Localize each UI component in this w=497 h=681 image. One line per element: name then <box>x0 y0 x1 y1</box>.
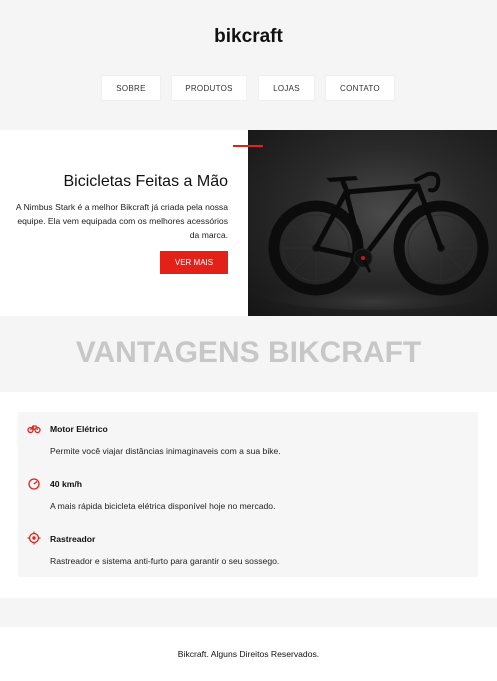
nav-item-contato[interactable]: Contato <box>325 75 395 101</box>
motor-icon <box>27 425 41 434</box>
ver-mais-button[interactable]: Ver Mais <box>160 251 228 274</box>
advantages-title: VANTAGENS BIKCRAFT <box>75 336 422 369</box>
bicycle-photo <box>248 130 497 316</box>
advantage-item-motor: Motor Elétrico Permite você viajar distâ… <box>18 412 478 467</box>
advantage-title: 40 km/h <box>50 479 83 489</box>
main-nav: Sobre Produtos Lojas Contato <box>0 75 497 101</box>
advantages-title-band: VANTAGENS BIKCRAFT <box>0 316 497 392</box>
advantage-description: Permite você viajar distâncias inimagina… <box>50 446 281 456</box>
hero-text-block: Bicicletas Feitas a Mão A Nimbus Stark é… <box>0 130 248 316</box>
footer-spacer <box>0 598 497 627</box>
site-footer: Bikcraft. Alguns Direitos Reservados. <box>0 627 497 681</box>
hero-description: A Nimbus Stark é a melhor Bikcraft já cr… <box>15 202 228 240</box>
speedometer-icon <box>28 478 40 490</box>
footer-copyright: Bikcraft. Alguns Direitos Reservados. <box>177 649 320 659</box>
nav-item-produtos[interactable]: Produtos <box>171 75 247 101</box>
advantage-item-tracker: Rastreador Rastreador e sistema anti-fur… <box>18 522 478 577</box>
advantage-description: A mais rápida bicicleta elétrica disponí… <box>50 501 276 511</box>
advantage-title: Rastreador <box>50 534 96 544</box>
hero-title: Bicicletas Feitas a Mão <box>63 173 228 190</box>
target-icon <box>27 531 41 545</box>
nav-item-sobre[interactable]: Sobre <box>101 75 161 101</box>
site-logo[interactable]: bikcraft <box>0 26 497 48</box>
advantage-title: Motor Elétrico <box>50 424 108 434</box>
hero-accent-line <box>233 145 263 147</box>
hero-section: Bicicletas Feitas a Mão A Nimbus Stark é… <box>0 130 497 316</box>
bicycle-illustration <box>253 171 493 310</box>
advantages-section: Motor Elétrico Permite você viajar distâ… <box>0 392 497 598</box>
advantage-description: Rastreador e sistema anti-furto para gar… <box>50 556 280 566</box>
nav-item-lojas[interactable]: Lojas <box>258 75 315 101</box>
advantage-item-speed: 40 km/h A mais rápida bicicleta elétrica… <box>18 467 478 522</box>
site-header: bikcraft Sobre Produtos Lojas Contato <box>0 0 497 130</box>
